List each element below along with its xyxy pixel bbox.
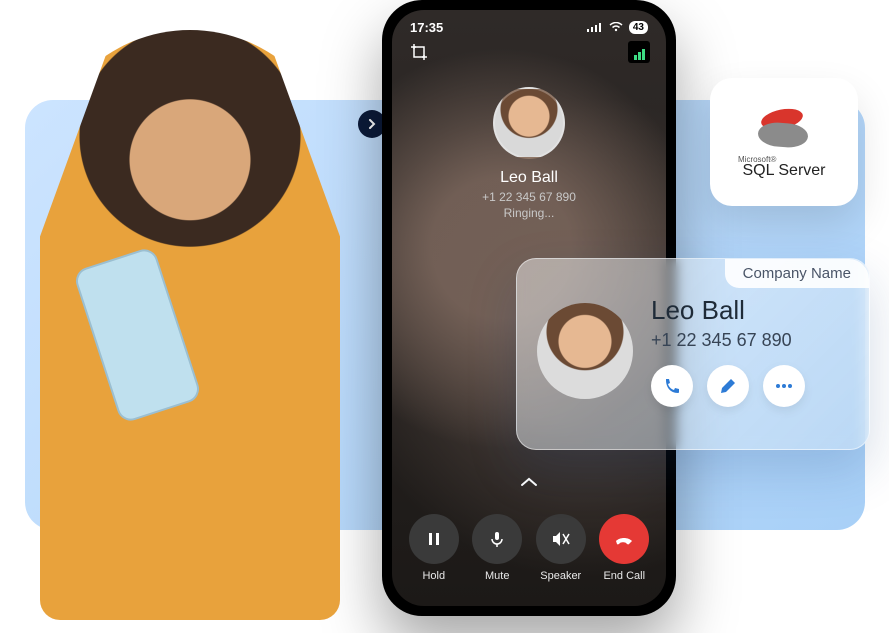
app-signal-icon[interactable] bbox=[628, 41, 650, 63]
phone-icon bbox=[663, 377, 681, 395]
chevron-up-icon[interactable] bbox=[520, 474, 538, 490]
cell-signal-icon bbox=[587, 20, 603, 35]
caller-block: Leo Ball +1 22 345 67 890 Ringing... bbox=[392, 87, 666, 220]
sql-brand: SQL Server bbox=[743, 162, 826, 180]
status-time: 17:35 bbox=[410, 20, 443, 35]
microphone-icon bbox=[472, 514, 522, 564]
sql-server-card[interactable]: Microsoft® SQL Server bbox=[710, 78, 858, 206]
pencil-icon bbox=[719, 377, 737, 395]
mute-label: Mute bbox=[485, 570, 509, 582]
phone-hangup-icon bbox=[599, 514, 649, 564]
caller-phone: +1 22 345 67 890 bbox=[482, 190, 576, 204]
more-action-button[interactable] bbox=[763, 365, 805, 407]
more-icon bbox=[775, 383, 793, 389]
company-name-tag[interactable]: Company Name bbox=[725, 259, 869, 288]
contact-name: Leo Ball bbox=[651, 295, 805, 326]
sql-server-logo-icon bbox=[754, 105, 814, 151]
contact-phone: +1 22 345 67 890 bbox=[651, 330, 805, 351]
status-bar: 17:35 43 bbox=[392, 10, 666, 39]
call-action-button[interactable] bbox=[651, 365, 693, 407]
end-call-label: End Call bbox=[603, 570, 645, 582]
call-actions: Hold Mute Speaker End Call bbox=[392, 504, 666, 596]
mute-button[interactable]: Mute bbox=[472, 514, 522, 582]
contact-avatar[interactable] bbox=[537, 303, 633, 399]
pause-icon bbox=[409, 514, 459, 564]
speaker-off-icon bbox=[536, 514, 586, 564]
speaker-label: Speaker bbox=[540, 570, 581, 582]
marketing-person-photo bbox=[10, 10, 370, 620]
hold-label: Hold bbox=[422, 570, 445, 582]
caller-name: Leo Ball bbox=[500, 169, 558, 187]
edit-action-button[interactable] bbox=[707, 365, 749, 407]
speaker-button[interactable]: Speaker bbox=[536, 514, 586, 582]
battery-indicator: 43 bbox=[629, 21, 648, 34]
contact-card: Company Name Leo Ball +1 22 345 67 890 bbox=[516, 258, 870, 450]
caller-avatar[interactable] bbox=[493, 87, 565, 159]
wifi-icon bbox=[609, 20, 623, 35]
hold-button[interactable]: Hold bbox=[409, 514, 459, 582]
caller-status: Ringing... bbox=[504, 206, 555, 220]
crop-icon[interactable] bbox=[408, 41, 430, 63]
end-call-button[interactable]: End Call bbox=[599, 514, 649, 582]
